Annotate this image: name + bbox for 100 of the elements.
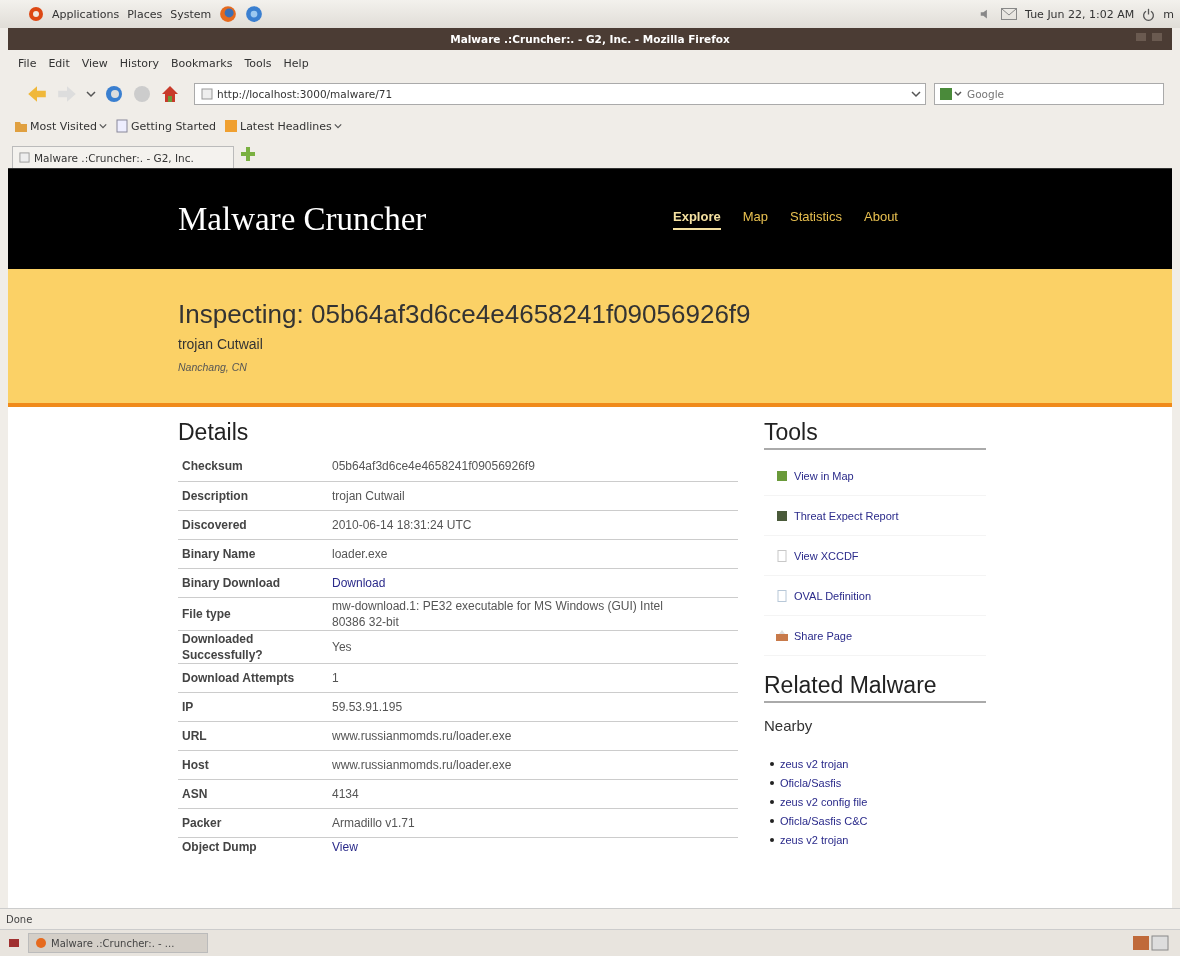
page-icon <box>19 152 30 163</box>
malware-link[interactable]: Oficla/Sasfis C&C <box>780 814 868 827</box>
panel-menu[interactable]: Applications <box>52 7 120 21</box>
search-box[interactable]: Google <box>934 83 1164 105</box>
mail-icon[interactable] <box>1001 8 1018 20</box>
table-cell: Downloaded Successfully? <box>178 630 328 663</box>
table-cell: File type <box>178 597 328 630</box>
malware-link[interactable]: zeus v2 trojan <box>780 757 849 770</box>
taskbar-button[interactable]: Malware .:Cruncher:. - ... <box>28 933 208 953</box>
table-cell: Discovered <box>178 510 328 539</box>
feed-icon <box>224 119 238 133</box>
table-cell: Binary Name <box>178 539 328 568</box>
table-cell: Object Dump <box>178 837 328 855</box>
nav-link[interactable]: Explore <box>673 208 721 230</box>
table-cell: 05b64af3d6ce4e4658241f09056926f9 <box>328 452 738 481</box>
table-cell: URL <box>178 721 328 750</box>
table-cell: Armadillo v1.71 <box>328 808 738 837</box>
menu-item[interactable]: Edit <box>48 56 70 70</box>
bullet-icon <box>770 761 774 766</box>
table-cell: Packer <box>178 808 328 837</box>
image-icon <box>776 509 788 522</box>
bullet-icon <box>770 837 774 842</box>
document-icon <box>776 589 788 602</box>
table-cell: trojan Cutwail <box>328 481 738 510</box>
panel-menu[interactable]: Places <box>127 7 163 21</box>
menu-item[interactable]: File <box>18 56 37 70</box>
bookmark[interactable]: Most Visited <box>14 119 107 133</box>
tool-link[interactable]: Threat Expect Report <box>776 509 899 522</box>
nav-link[interactable]: About <box>864 208 898 230</box>
table-cell: mw-download.1: PE32 executable for MS Windows (GUI) Intel 80386 32-bit <box>328 597 738 630</box>
browser-icon <box>35 937 47 949</box>
page-heading: Inspecting: 05b64af3d6ce4e4658241f09056926f9 <box>178 299 752 330</box>
table-cell: 2010-06-14 18:31:24 UTC <box>328 510 738 539</box>
dropdown-icon[interactable] <box>911 89 921 99</box>
browser-icon[interactable] <box>219 5 238 23</box>
table-cell: Yes <box>328 630 738 663</box>
section-heading: Related Malware <box>764 672 986 703</box>
subtitle: trojan Cutwail <box>178 336 264 352</box>
menu-item[interactable]: History <box>119 56 159 70</box>
table-cell: Host <box>178 750 328 779</box>
bullet-icon <box>770 780 774 785</box>
folder-icon <box>14 119 28 133</box>
bookmark[interactable]: Getting Started <box>114 119 216 133</box>
document-icon <box>776 549 788 562</box>
table-cell: www.russianmomds.ru/loader.exe <box>328 721 738 750</box>
bullet-icon <box>770 818 774 823</box>
malware-link[interactable]: zeus v2 trojan <box>780 833 849 846</box>
panel-menu[interactable]: System <box>170 7 212 21</box>
table-cell: 59.53.91.195 <box>328 692 738 721</box>
ubuntu-logo-icon[interactable] <box>28 6 44 22</box>
status-text: Done <box>6 913 33 925</box>
table-cell: Checksum <box>178 452 328 481</box>
home-icon[interactable] <box>160 84 180 104</box>
bookmark[interactable]: Latest Headlines <box>224 119 342 133</box>
download-link[interactable]: Download <box>332 575 386 590</box>
tool-link[interactable]: View XCCDF <box>776 549 859 562</box>
dropdown-icon[interactable] <box>86 89 96 99</box>
table-cell: IP <box>178 692 328 721</box>
malware-link[interactable]: zeus v2 config file <box>780 795 868 808</box>
power-icon[interactable] <box>1142 7 1156 21</box>
page-icon <box>201 88 213 100</box>
bullet-icon <box>770 799 774 804</box>
table-cell: 1 <box>328 663 738 692</box>
nav-link[interactable]: Statistics <box>790 208 842 230</box>
menu-item[interactable]: Help <box>283 56 309 70</box>
search-engine-icon[interactable] <box>939 87 963 101</box>
malware-link[interactable]: Oficla/Sasfis <box>780 776 842 789</box>
table-cell: Description <box>178 481 328 510</box>
table-cell: Download Attempts <box>178 663 328 692</box>
search-field[interactable]: Google <box>967 88 1159 100</box>
section-heading: Details <box>178 419 250 446</box>
address-field[interactable]: http://localhost:3000/malware/71 <box>217 88 907 100</box>
address-bar[interactable]: http://localhost:3000/malware/71 <box>194 83 926 105</box>
help-icon[interactable] <box>245 5 264 23</box>
nav-link[interactable]: Map <box>742 208 768 230</box>
clock[interactable]: Tue Jun 22, 1:02 AM <box>1025 7 1135 21</box>
image-icon <box>776 469 788 482</box>
download-link[interactable]: View <box>332 839 358 854</box>
user-name[interactable]: m <box>1163 7 1174 21</box>
site-title[interactable]: Malware Cruncher <box>178 200 673 238</box>
subheading: Nearby <box>764 717 814 734</box>
page-icon <box>114 119 129 133</box>
new-tab-icon[interactable] <box>240 146 256 162</box>
tool-link[interactable]: OVAL Definition <box>776 589 872 602</box>
window-title: Malware .:Cruncher:. - G2, Inc. - Mozilla Firefox <box>450 33 730 45</box>
table-cell: ASN <box>178 779 328 808</box>
menu-item[interactable]: Tools <box>244 56 272 70</box>
section-heading: Tools <box>764 419 986 450</box>
browser-tab[interactable]: Malware .:Cruncher:. - G2, Inc. <box>12 146 234 168</box>
table-cell: loader.exe <box>328 539 738 568</box>
table-cell: Binary Download <box>178 568 328 597</box>
table-cell: 4134 <box>328 779 738 808</box>
reload-icon[interactable] <box>104 84 124 104</box>
location: Nanchang, CN <box>178 361 248 373</box>
show-desktop-icon[interactable] <box>8 937 20 949</box>
table-cell: www.russianmomds.ru/loader.exe <box>328 750 738 779</box>
menu-item[interactable]: Bookmarks <box>171 56 233 70</box>
tool-link[interactable]: Share Page <box>776 629 853 642</box>
tool-link[interactable]: View in Map <box>776 469 854 482</box>
menu-item[interactable]: View <box>81 56 108 70</box>
